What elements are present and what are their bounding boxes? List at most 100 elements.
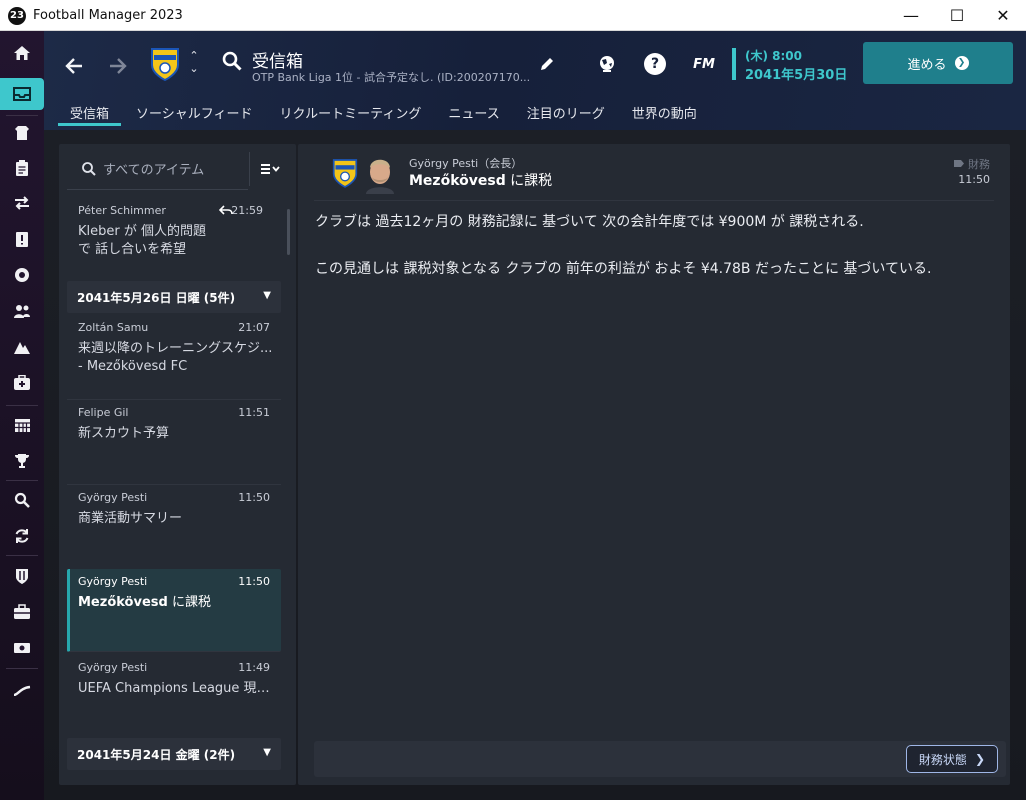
message-category: 財務 <box>953 156 990 172</box>
scout-icon[interactable] <box>0 484 44 516</box>
help-icon[interactable]: ? <box>644 53 666 75</box>
window-title: Football Manager 2023 <box>33 8 183 23</box>
list-item[interactable]: György Pesti 11:49 UEFA Champions League… <box>67 655 281 737</box>
item-time: 11:49 <box>238 661 270 674</box>
world-icon[interactable] <box>596 53 618 75</box>
current-time: (木) 8:00 <box>745 49 802 63</box>
item-time: 21:07 <box>238 321 270 334</box>
date-group-header[interactable]: 2041年5月26日 日曜 (5件) ▼ <box>67 281 281 313</box>
close-window-button[interactable]: ✕ <box>980 0 1026 31</box>
club-crest-icon <box>332 158 358 188</box>
ball-icon[interactable] <box>0 259 44 291</box>
chevron-down-icon: ▼ <box>263 747 271 758</box>
message-panel: György Pesti（会長） Mezőkövesd に課税 財務 11:50… <box>298 144 1010 785</box>
date-accent-bar <box>732 48 736 80</box>
divider <box>314 200 994 201</box>
clipboard-icon[interactable] <box>0 152 44 184</box>
back-arrow-icon[interactable] <box>64 53 84 83</box>
transfer-icon[interactable] <box>0 187 44 219</box>
item-time: 21:59 <box>231 204 263 217</box>
list-item[interactable]: Felipe Gil 11:51 新スカウト予算 <box>67 400 281 485</box>
message-subject-club: Mezőkövesd <box>409 173 506 189</box>
group-label: 2041年5月26日 日曜 (5件) <box>77 290 236 305</box>
list-item-selected[interactable]: György Pesti 11:50 Mezőkövesd に課税 <box>67 569 281 652</box>
continue-arrow-icon: ❯ <box>954 56 969 70</box>
dev-icon[interactable] <box>0 674 44 706</box>
message-subject-rest: に課税 <box>505 173 553 189</box>
current-date: 2041年5月30日 <box>745 68 848 83</box>
tab-recruitment-meeting[interactable]: リクルートミーティング <box>268 100 434 126</box>
maximize-button[interactable]: ☐ <box>934 0 980 31</box>
list-item[interactable]: Zoltán Samu 21:07 来週以降のトレーニングスケジ... - Me… <box>67 315 281 400</box>
app-logo-icon: 23 <box>8 7 26 25</box>
report-icon[interactable] <box>0 223 44 255</box>
tab-bar: 受信箱 ソーシャルフィード リクルートミーティング ニュース 注目のリーグ 世界… <box>58 100 712 126</box>
chevron-down-icon: ▼ <box>263 290 271 301</box>
club-crest-icon[interactable] <box>150 47 180 82</box>
fm-menu-button[interactable]: FM <box>690 53 718 75</box>
tab-featured-leagues[interactable]: 注目のリーグ <box>515 100 617 126</box>
item-sender: Zoltán Samu <box>78 321 149 334</box>
filter-menu-button[interactable] <box>249 152 289 186</box>
date-group-header[interactable]: 2041年5月24日 金曜 (2件) ▼ <box>67 738 281 770</box>
trophy-icon[interactable] <box>0 445 44 477</box>
calendar-icon[interactable] <box>0 409 44 441</box>
message-subject: Mezőkövesd に課税 <box>409 170 552 190</box>
message-body-line: クラブは 過去12ヶ月の 財務記録に 基づいて 次の会計年度では ¥900M が… <box>315 214 864 230</box>
item-subject: Kleber が 個人的問題で 話し合いを希望 <box>78 224 206 257</box>
tab-inbox[interactable]: 受信箱 <box>58 100 122 126</box>
item-sender: György Pesti <box>78 491 148 504</box>
item-time: 11:50 <box>238 491 270 504</box>
left-sidebar <box>0 31 44 800</box>
item-subject: 商業活動サマリー <box>78 511 183 526</box>
item-subject: UEFA Champions League 現在のファイナンシャルフェア... <box>78 681 274 696</box>
category-label: 財務 <box>968 158 990 171</box>
item-subject-rest: に課税 <box>167 595 211 610</box>
tab-news[interactable]: ニュース <box>436 100 511 126</box>
club-icon[interactable] <box>0 560 44 592</box>
finance-status-label: 財務状態 <box>918 752 967 767</box>
training-icon[interactable] <box>0 331 44 363</box>
tab-world-trends[interactable]: 世界の動向 <box>620 100 709 126</box>
search-icon <box>82 161 96 176</box>
continue-button[interactable]: 進める ❯ <box>863 42 1013 84</box>
search-icon[interactable] <box>222 51 244 73</box>
finance-status-button[interactable]: 財務状態 ❯ <box>905 745 998 773</box>
continue-label: 進める <box>907 57 947 73</box>
item-time: 11:50 <box>238 575 270 588</box>
message-sender: György Pesti（会長） <box>409 157 523 170</box>
sender-avatar[interactable] <box>362 152 398 194</box>
inbox-icon[interactable] <box>0 78 44 110</box>
tab-social-feed[interactable]: ソーシャルフィード <box>124 100 264 126</box>
inbox-search-placeholder: すべてのアイテム <box>103 163 205 178</box>
money-icon[interactable] <box>0 632 44 664</box>
medical-icon[interactable] <box>0 367 44 399</box>
chevron-right-icon: ❯ <box>974 752 985 766</box>
item-time: 11:51 <box>238 406 270 419</box>
item-subject: 来週以降のトレーニングスケジ... - Mezőkövesd FC <box>78 341 273 374</box>
home-icon[interactable] <box>0 37 44 69</box>
recruit-icon[interactable] <box>0 520 44 552</box>
page-subtitle: OTP Bank Liga 1位 - 試合予定なし. (ID:200207170… <box>252 71 531 84</box>
message-time: 11:50 <box>958 173 990 186</box>
item-subject: Mezőkövesd に課税 <box>78 594 274 612</box>
finance-icon[interactable] <box>0 596 44 628</box>
edit-pencil-icon[interactable] <box>536 53 558 75</box>
item-subject-club: Mezőkövesd <box>78 595 168 610</box>
window-titlebar: 23 Football Manager 2023 — ☐ ✕ <box>0 0 1026 31</box>
item-sender: György Pesti <box>78 575 148 588</box>
staff-icon[interactable] <box>0 295 44 327</box>
item-subject: 新スカウト予算 <box>78 426 170 441</box>
item-sender: Felipe Gil <box>78 406 129 419</box>
minimize-button[interactable]: — <box>888 0 934 31</box>
squad-icon[interactable] <box>0 117 44 149</box>
message-body-line: この見通しは 課税対象となる クラブの 前年の利益が およそ ¥4.78B だっ… <box>315 261 932 277</box>
forward-arrow-icon[interactable] <box>108 53 128 83</box>
list-item[interactable]: Péter Schimmer 21:59 Kleber が 個人的問題で 話し合… <box>67 198 281 279</box>
list-item[interactable]: György Pesti 11:50 商業活動サマリー <box>67 485 281 570</box>
message-action-bar: 財務状態 ❯ <box>314 741 1006 777</box>
club-switch-icon[interactable]: ⌃ ⌄ <box>188 49 200 77</box>
list-scrollbar[interactable] <box>287 209 290 255</box>
inbox-search[interactable]: すべてのアイテム <box>67 148 248 190</box>
menu-chevron-icon <box>260 164 280 174</box>
